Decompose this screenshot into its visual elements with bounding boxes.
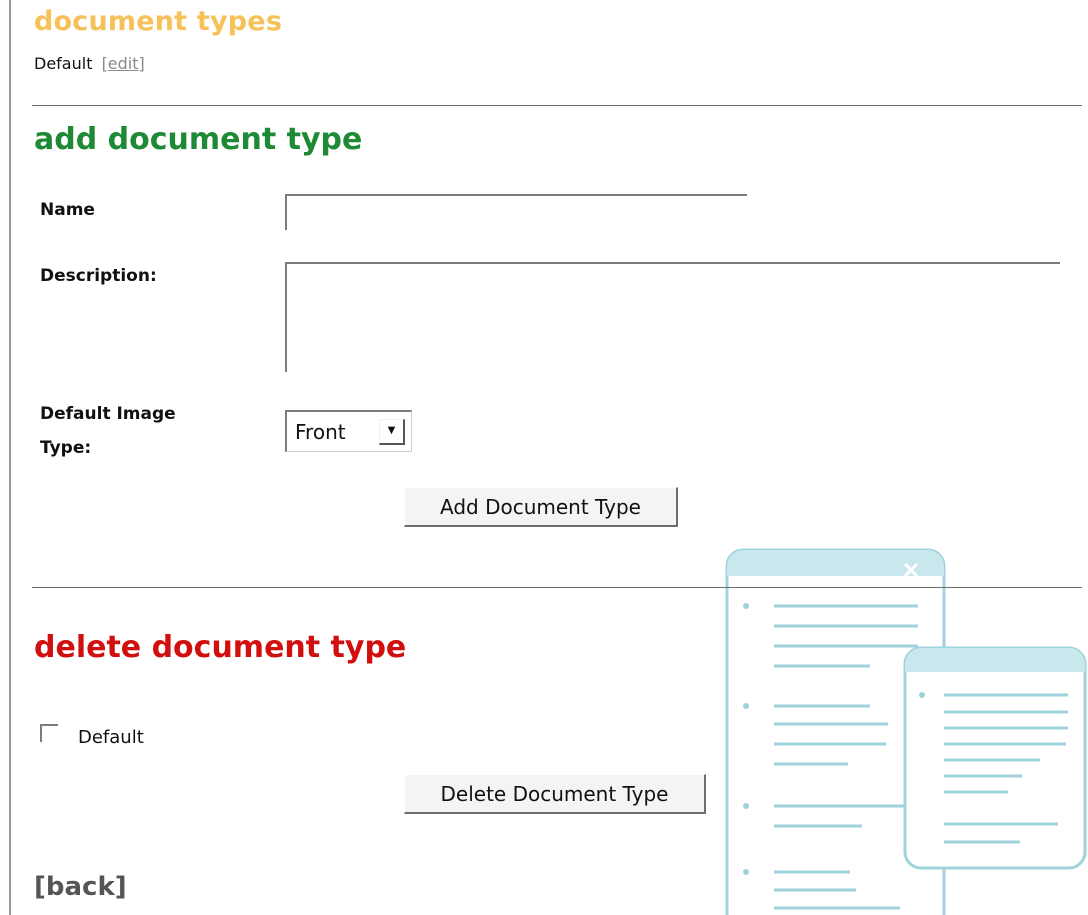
- default-type-checkbox-label: Default: [78, 727, 144, 748]
- back-link[interactable]: [back]: [34, 872, 127, 902]
- name-label: Name: [40, 200, 95, 220]
- document-type-item: Default [edit]: [34, 54, 145, 73]
- default-image-type-label-line1: Default Image: [40, 404, 176, 424]
- section-divider: [32, 587, 1082, 588]
- default-image-type-label: Default Image Type:: [40, 397, 176, 465]
- document-types-heading: document types: [34, 6, 283, 37]
- delete-document-type-button[interactable]: Delete Document Type: [404, 774, 706, 814]
- left-border: [9, 0, 11, 915]
- description-textarea[interactable]: [285, 262, 1060, 372]
- section-divider: [32, 105, 1082, 106]
- document-type-name: Default: [34, 54, 93, 73]
- description-label: Description:: [40, 266, 157, 286]
- selected-image-type: Front: [295, 419, 346, 444]
- add-document-type-heading: add document type: [34, 122, 363, 157]
- add-document-type-button[interactable]: Add Document Type: [404, 487, 678, 527]
- edit-document-type-link[interactable]: [edit]: [102, 54, 145, 73]
- name-input[interactable]: [285, 194, 747, 230]
- page: document types Default [edit] add docume…: [0, 0, 1088, 915]
- default-image-type-label-line2: Type:: [40, 438, 92, 458]
- default-image-type-select[interactable]: Front ▼: [285, 410, 412, 452]
- dropdown-arrow-icon[interactable]: ▼: [379, 418, 405, 445]
- default-type-checkbox[interactable]: [40, 724, 58, 742]
- delete-document-type-heading: delete document type: [34, 630, 407, 665]
